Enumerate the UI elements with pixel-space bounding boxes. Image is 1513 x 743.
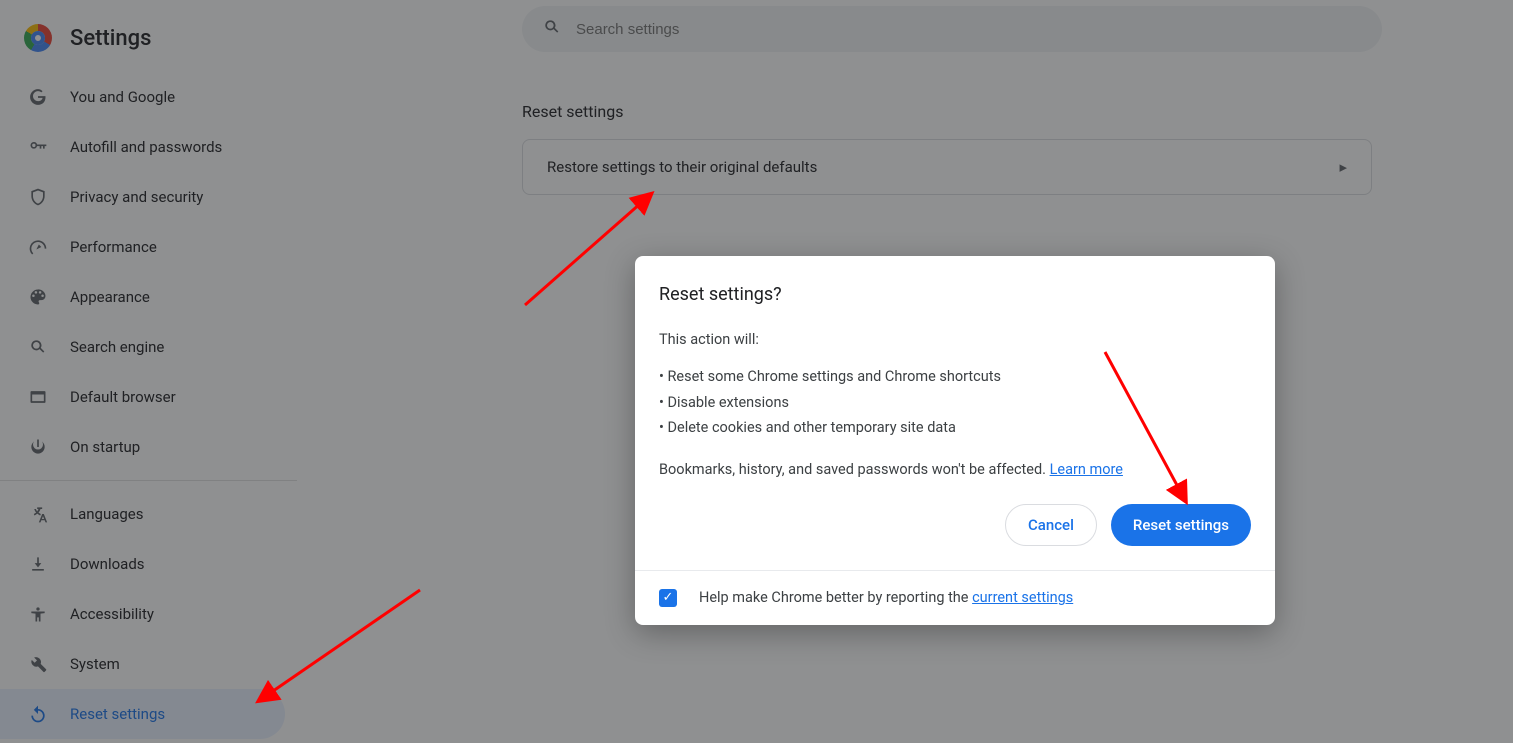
reset-settings-button[interactable]: Reset settings — [1111, 504, 1251, 546]
dialog-intro: This action will: — [659, 327, 1251, 352]
dialog-note: Bookmarks, history, and saved passwords … — [659, 457, 1251, 482]
report-settings-checkbox[interactable]: ✓ — [659, 589, 677, 607]
dialog-footer: ✓ Help make Chrome better by reporting t… — [635, 570, 1275, 625]
dialog-bullet: • Disable extensions — [659, 390, 1251, 415]
modal-scrim: Reset settings? This action will: • Rese… — [0, 0, 1513, 743]
learn-more-link[interactable]: Learn more — [1050, 461, 1123, 478]
dialog-bullet: • Reset some Chrome settings and Chrome … — [659, 364, 1251, 389]
dialog-body: This action will: • Reset some Chrome se… — [659, 327, 1251, 482]
cancel-button[interactable]: Cancel — [1005, 504, 1097, 546]
dialog-bullet: • Delete cookies and other temporary sit… — [659, 415, 1251, 440]
reset-settings-dialog: Reset settings? This action will: • Rese… — [635, 256, 1275, 625]
footer-text: Help make Chrome better by reporting the — [699, 589, 972, 606]
dialog-title: Reset settings? — [659, 284, 1251, 305]
current-settings-link[interactable]: current settings — [972, 589, 1073, 606]
